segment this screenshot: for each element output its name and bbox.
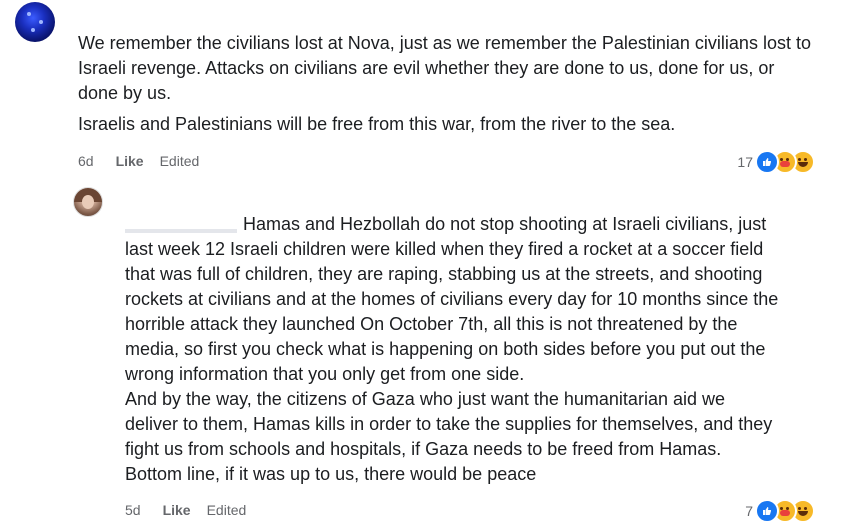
reply-line: deliver to them, Hamas kills in order to… — [125, 414, 773, 434]
reaction-count: 7 — [745, 503, 753, 519]
reply-line: that was full of children, they are rapi… — [125, 264, 763, 284]
like-icon — [755, 499, 779, 523]
reply-line: rockets at civilians and at the homes of… — [125, 289, 779, 309]
comment-thread: We remember the civilians lost at Nova, … — [0, 0, 863, 527]
comment-paragraph: We remember the civilians lost at Nova, … — [78, 33, 811, 103]
reply-line: fight us from schools and hospitals, if … — [125, 439, 722, 459]
reply-line: And by the way, the citizens of Gaza who… — [125, 389, 725, 409]
like-button[interactable]: Like — [116, 153, 144, 169]
reply-line: horrible attack they launched On October… — [125, 314, 738, 334]
redacted-name[interactable] — [125, 215, 237, 233]
comment-meta: 6d Like Edited — [78, 153, 199, 169]
reply-body: Hamas and Hezbollah do not stop shooting… — [125, 212, 815, 487]
reply-line: last week 12 Israeli children were kille… — [125, 239, 764, 259]
comment-paragraph: Israelis and Palestinians will be free f… — [78, 114, 676, 134]
reply-timestamp[interactable]: 5d — [125, 502, 141, 518]
edited-label[interactable]: Edited — [207, 502, 247, 518]
like-button[interactable]: Like — [163, 502, 191, 518]
comment-timestamp[interactable]: 6d — [78, 153, 94, 169]
reply-line: wrong information that you only get from… — [125, 364, 525, 384]
reaction-count: 17 — [737, 154, 753, 170]
reactions-summary[interactable]: 17 — [737, 150, 815, 174]
reply-line: media, so first you check what is happen… — [125, 339, 766, 359]
comment-body: We remember the civilians lost at Nova, … — [78, 31, 818, 143]
reply-meta: 5d Like Edited — [125, 502, 246, 518]
reply-line: Hamas and Hezbollah do not stop shooting… — [125, 212, 815, 237]
reply-avatar[interactable] — [73, 187, 103, 217]
edited-label[interactable]: Edited — [160, 153, 200, 169]
reactions-summary[interactable]: 7 — [745, 499, 815, 523]
commenter-avatar[interactable] — [15, 2, 55, 42]
reply-line: Bottom line, if it was up to us, there w… — [125, 464, 537, 484]
like-icon — [755, 150, 779, 174]
